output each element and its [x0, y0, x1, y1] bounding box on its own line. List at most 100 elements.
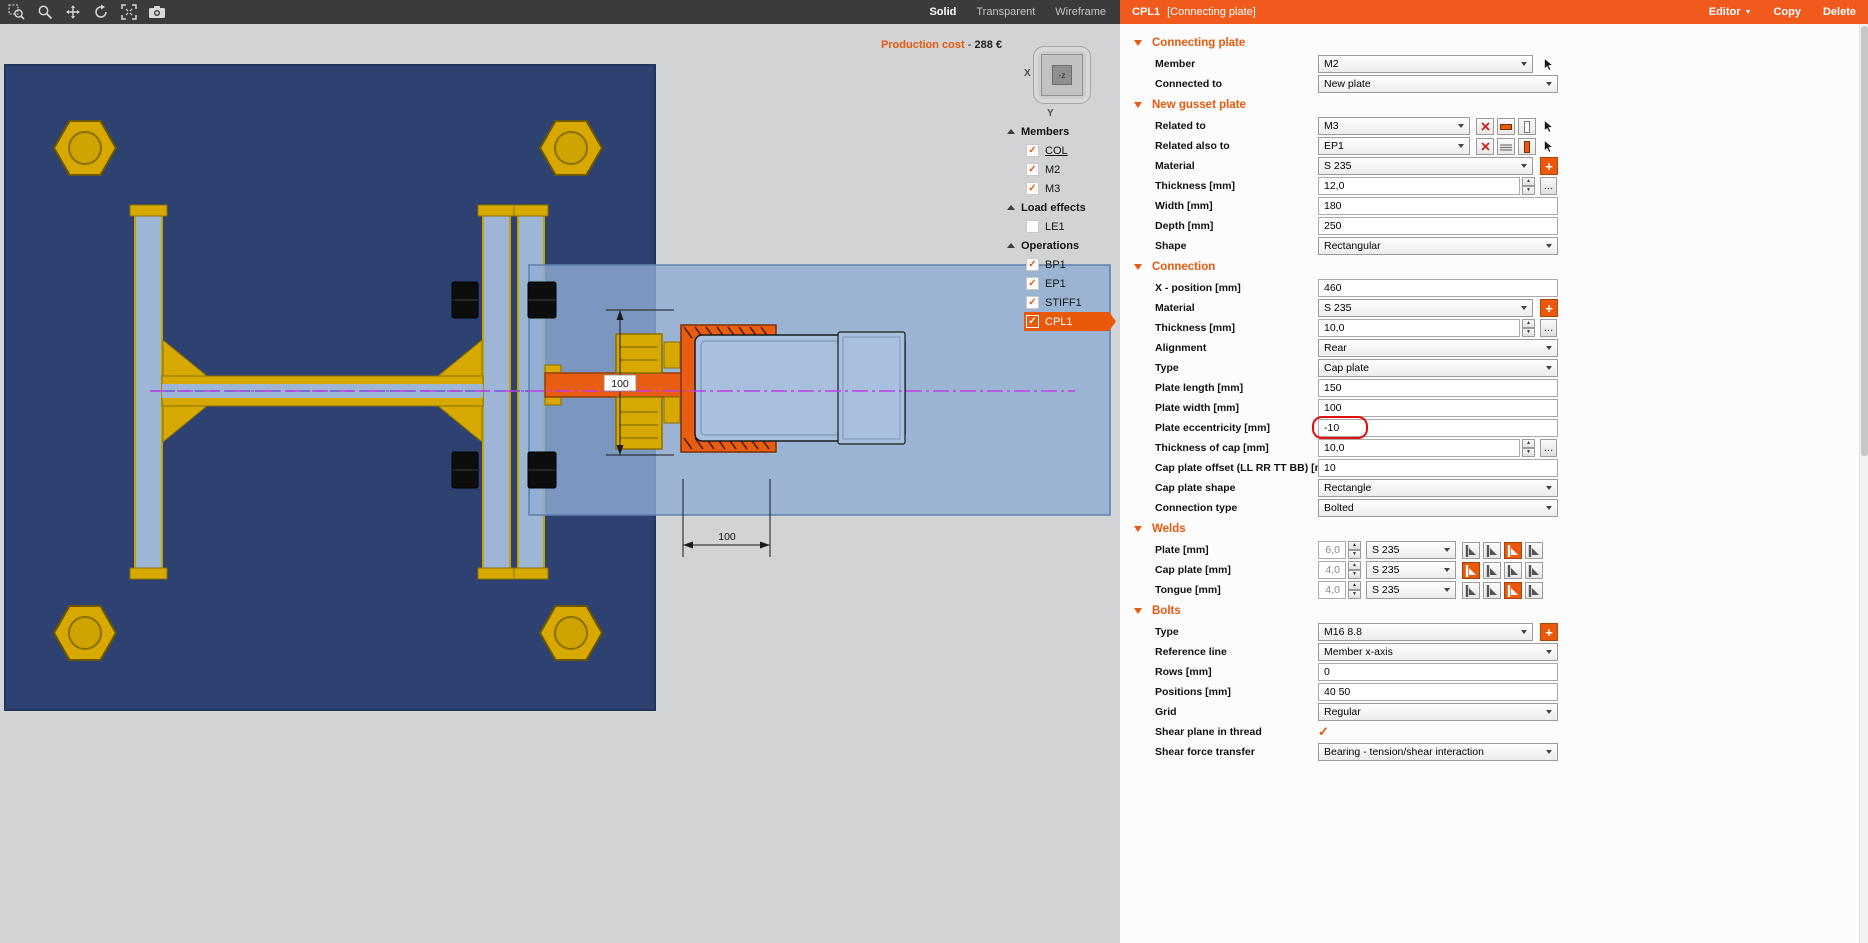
add-type-button[interactable]: +: [1540, 623, 1558, 641]
more-options-button[interactable]: …: [1540, 439, 1557, 457]
x-red-button[interactable]: [1476, 138, 1494, 155]
tree-group-members[interactable]: Members: [1004, 122, 1116, 141]
cursor-button[interactable]: [1539, 56, 1557, 73]
dropdown-alignment[interactable]: Rear: [1318, 339, 1558, 357]
weld-type-1-button[interactable]: [1483, 562, 1501, 579]
dropdown-type[interactable]: M16 8.8: [1318, 623, 1533, 641]
input-cap-plate-offset-ll-rr-tt-bb-mm[interactable]: 10: [1318, 459, 1558, 477]
input-thickness-mm[interactable]: 10,0: [1318, 319, 1520, 337]
weld-type-2-button[interactable]: [1504, 582, 1522, 599]
add-material-button[interactable]: +: [1540, 157, 1558, 175]
view-mode-solid[interactable]: Solid: [929, 6, 956, 18]
cursor-button[interactable]: [1539, 118, 1557, 135]
dropdown-grid[interactable]: Regular: [1318, 703, 1558, 721]
weld-type-2-button[interactable]: [1504, 542, 1522, 559]
weld-type-3-button[interactable]: [1525, 562, 1543, 579]
pan-icon[interactable]: [60, 2, 85, 23]
value-stepper[interactable]: ▲ ▼: [1522, 177, 1535, 195]
step-down-icon[interactable]: ▼: [1522, 448, 1535, 457]
scene-canvas[interactable]: 100 100: [0, 24, 1120, 943]
zoom-window-icon[interactable]: [4, 2, 29, 23]
checkbox[interactable]: ✓: [1026, 277, 1039, 290]
checkbox[interactable]: [1026, 220, 1039, 233]
add-material-button[interactable]: +: [1540, 299, 1558, 317]
value-stepper[interactable]: ▲ ▼: [1348, 541, 1361, 559]
tree-item-stiff1[interactable]: ✓ STIFF1: [1004, 293, 1116, 312]
step-up-icon[interactable]: ▲: [1348, 561, 1361, 570]
weld-type-0-button[interactable]: [1462, 562, 1480, 579]
tree-item-m2[interactable]: ✓ M2: [1004, 160, 1116, 179]
more-options-button[interactable]: …: [1540, 319, 1557, 337]
dropdown-related-to[interactable]: M3: [1318, 117, 1470, 135]
nav-cube-face[interactable]: -z: [1041, 54, 1083, 96]
section-connection[interactable]: Connection: [1120, 256, 1868, 278]
weld-size-input[interactable]: 4,0: [1318, 581, 1346, 599]
input-thickness-mm[interactable]: 12,0: [1318, 177, 1520, 195]
dropdown-material[interactable]: S 235: [1318, 299, 1533, 317]
cursor-button[interactable]: [1539, 138, 1557, 155]
checkbox[interactable]: ✓: [1026, 182, 1039, 195]
weld-type-0-button[interactable]: [1462, 542, 1480, 559]
member-m2-tube[interactable]: [695, 332, 905, 444]
weld-type-2-button[interactable]: [1504, 562, 1522, 579]
tree-item-m3[interactable]: ✓ M3: [1004, 179, 1116, 198]
step-up-icon[interactable]: ▲: [1348, 541, 1361, 550]
copy-button[interactable]: Copy: [1773, 6, 1801, 18]
weld-type-1-button[interactable]: [1483, 582, 1501, 599]
panel-scrollbar[interactable]: [1859, 24, 1868, 943]
dropdown-material[interactable]: S 235: [1318, 157, 1533, 175]
tree-group-load-effects[interactable]: Load effects: [1004, 198, 1116, 217]
input-width-mm[interactable]: 180: [1318, 197, 1558, 215]
weld-material-dropdown[interactable]: S 235: [1366, 541, 1456, 559]
dropdown-cap-plate-shape[interactable]: Rectangle: [1318, 479, 1558, 497]
step-down-icon[interactable]: ▼: [1522, 186, 1535, 195]
plate-v-gray-button[interactable]: [1518, 118, 1536, 135]
checkbox[interactable]: ✓: [1026, 144, 1039, 157]
step-down-icon[interactable]: ▼: [1348, 550, 1361, 559]
3d-viewport[interactable]: 100 100 Production cost - 288 € -z X Y M…: [0, 24, 1120, 943]
nav-cube-z-face[interactable]: -z: [1052, 65, 1072, 85]
step-up-icon[interactable]: ▲: [1348, 581, 1361, 590]
dropdown-connection-type[interactable]: Bolted: [1318, 499, 1558, 517]
checkbox[interactable]: ✓: [1026, 258, 1039, 271]
more-options-button[interactable]: …: [1540, 177, 1557, 195]
step-down-icon[interactable]: ▼: [1348, 570, 1361, 579]
plate-v-orange-button[interactable]: [1518, 138, 1536, 155]
scrollbar-thumb[interactable]: [1861, 26, 1868, 456]
zoom-icon[interactable]: [32, 2, 57, 23]
dropdown-connected-to[interactable]: New plate: [1318, 75, 1558, 93]
dropdown-type[interactable]: Cap plate: [1318, 359, 1558, 377]
value-stepper[interactable]: ▲ ▼: [1348, 581, 1361, 599]
weld-type-1-button[interactable]: [1483, 542, 1501, 559]
step-down-icon[interactable]: ▼: [1348, 590, 1361, 599]
input-depth-mm[interactable]: 250: [1318, 217, 1558, 235]
checkbox[interactable]: ✓: [1026, 163, 1039, 176]
rotate-icon[interactable]: [88, 2, 113, 23]
checkbox[interactable]: ✓: [1026, 296, 1039, 309]
step-down-icon[interactable]: ▼: [1522, 328, 1535, 337]
nav-cube[interactable]: -z X Y: [1026, 40, 1100, 128]
input-plate-width-mm[interactable]: 100: [1318, 399, 1558, 417]
input-thickness-of-cap-mm[interactable]: 10,0: [1318, 439, 1520, 457]
section-connecting-plate[interactable]: Connecting plate: [1120, 32, 1868, 54]
input-positions-mm[interactable]: 40 50: [1318, 683, 1558, 701]
tree-item-ep1[interactable]: ✓ EP1: [1004, 274, 1116, 293]
plate-h-lines-button[interactable]: [1497, 138, 1515, 155]
dropdown-shape[interactable]: Rectangular: [1318, 237, 1558, 255]
fit-view-icon[interactable]: [116, 2, 141, 23]
dropdown-member[interactable]: M2: [1318, 55, 1533, 73]
delete-button[interactable]: Delete: [1823, 6, 1856, 18]
weld-type-3-button[interactable]: [1525, 542, 1543, 559]
input-x-position-mm[interactable]: 460: [1318, 279, 1558, 297]
view-mode-transparent[interactable]: Transparent: [976, 6, 1035, 18]
view-mode-wireframe[interactable]: Wireframe: [1055, 6, 1106, 18]
checkbox-shear-plane-in-thread[interactable]: ✓: [1318, 723, 1329, 741]
x-red-button[interactable]: [1476, 118, 1494, 135]
section-new-gusset-plate[interactable]: New gusset plate: [1120, 94, 1868, 116]
step-up-icon[interactable]: ▲: [1522, 439, 1535, 448]
dropdown-shear-force-transfer[interactable]: Bearing - tension/shear interaction: [1318, 743, 1558, 761]
weld-size-input[interactable]: 6,0: [1318, 541, 1346, 559]
section-welds[interactable]: Welds: [1120, 518, 1868, 540]
input-plate-eccentricity-mm[interactable]: -10: [1318, 419, 1558, 437]
checkbox[interactable]: ✓: [1026, 315, 1039, 328]
